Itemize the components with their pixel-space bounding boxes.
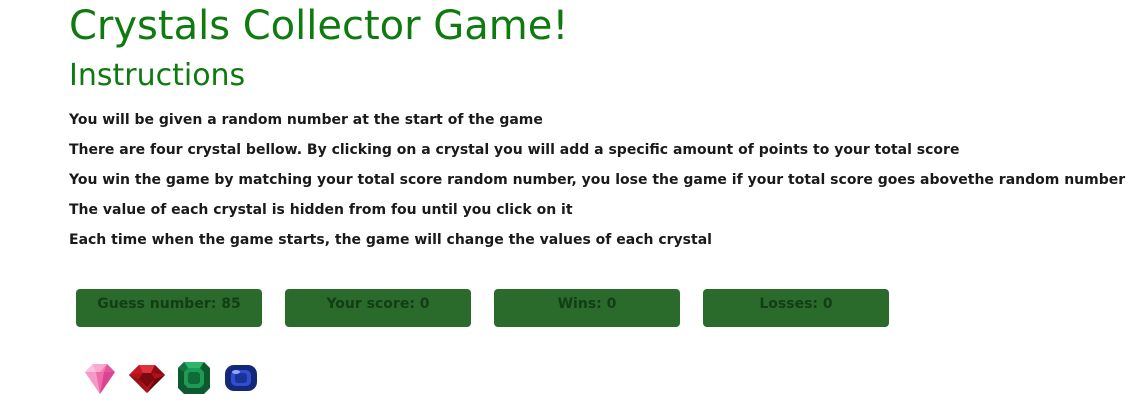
green-emerald-icon (176, 360, 212, 396)
crystals-row (80, 358, 268, 398)
crystal-button-red[interactable] (127, 358, 167, 398)
instructions-heading: Instructions (69, 58, 246, 93)
instruction-item: The value of each crystal is hidden from… (69, 202, 573, 218)
instruction-item: There are four crystal bellow. By clicki… (69, 142, 960, 158)
wins-box: Wins: 0 (494, 289, 680, 327)
your-score-box: Your score: 0 (285, 289, 471, 327)
pink-diamond-icon (81, 359, 119, 397)
instruction-item: You will be given a random number at the… (69, 112, 543, 128)
instruction-item: Each time when the game starts, the game… (69, 232, 712, 248)
crystal-button-green[interactable] (174, 358, 214, 398)
stats-bar: Guess number: 85 Your score: 0 Wins: 0 L… (76, 289, 912, 327)
crystal-button-blue[interactable] (221, 358, 261, 398)
instruction-item: You win the game by matching your total … (69, 172, 1126, 188)
losses-box: Losses: 0 (703, 289, 889, 327)
page-title: Crystals Collector Game! (69, 3, 569, 49)
blue-sapphire-icon (223, 362, 259, 394)
red-ruby-icon (127, 361, 167, 395)
guess-number-box: Guess number: 85 (76, 289, 262, 327)
crystal-button-pink[interactable] (80, 358, 120, 398)
instructions-list: You will be given a random number at the… (69, 105, 1125, 255)
